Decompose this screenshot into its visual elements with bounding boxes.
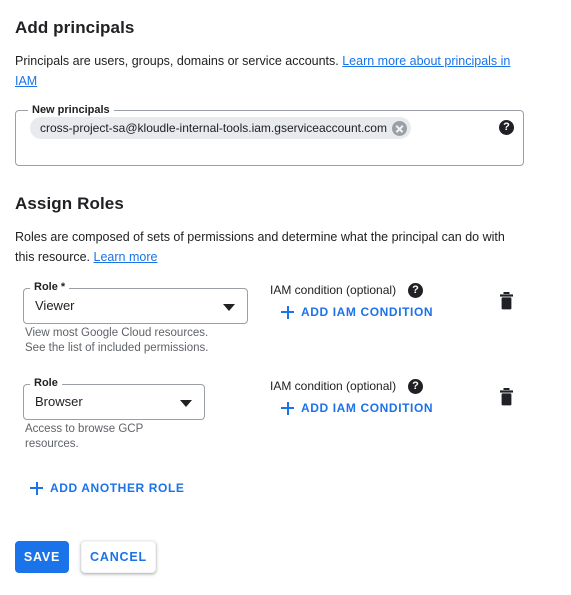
role-helper-1-line2: resources. (25, 438, 79, 450)
delete-role-button-1[interactable] (498, 388, 515, 407)
principal-chip-label: cross-project-sa@kloudle-internal-tools.… (40, 121, 387, 135)
role-helper-0-line1: View most Google Cloud resources. (25, 327, 209, 339)
chevron-down-icon (180, 400, 192, 407)
iam-condition-help-icon-1[interactable]: ? (408, 379, 423, 394)
role-helper-0-line2: See the list of included permissions. (25, 342, 209, 354)
close-circle-icon[interactable] (391, 120, 407, 136)
role-label-0: Role * (30, 281, 70, 293)
learn-more-link[interactable]: Learn more (94, 250, 158, 264)
add-principals-title: Add principals (15, 18, 135, 37)
role-select-value-1: Browser (35, 394, 83, 409)
role-helper-1-line1: Access to browse GCP (25, 423, 144, 435)
assign-roles-description: Roles are composed of sets of permission… (15, 227, 507, 267)
role-select-0[interactable]: Viewer (23, 288, 248, 324)
add-another-role-button[interactable]: ADD ANOTHER ROLE (30, 481, 185, 495)
principal-chip[interactable]: cross-project-sa@kloudle-internal-tools.… (30, 117, 411, 139)
plus-icon (281, 401, 294, 415)
role-label-1: Role (30, 377, 62, 389)
iam-condition-label-0: IAM condition (optional) (270, 283, 397, 297)
add-iam-condition-button-0[interactable]: ADD IAM CONDITION (281, 305, 433, 319)
role-select-1[interactable]: Browser (23, 384, 205, 420)
add-another-role-label: ADD ANOTHER ROLE (50, 481, 185, 495)
delete-role-button-0[interactable] (498, 292, 515, 311)
plus-icon (30, 481, 43, 495)
add-principals-panel: Add principals Principals are users, gro… (0, 0, 571, 595)
iam-condition-help-icon-0[interactable]: ? (408, 283, 423, 298)
assign-roles-description-text: Roles are composed of sets of permission… (15, 230, 505, 264)
add-principals-description-text: Principals are users, groups, domains or… (15, 54, 343, 68)
add-iam-condition-button-1[interactable]: ADD IAM CONDITION (281, 401, 433, 415)
role-select-value-0: Viewer (35, 298, 75, 313)
new-principals-help-icon[interactable]: ? (499, 120, 514, 135)
cancel-button[interactable]: CANCEL (81, 541, 156, 573)
iam-condition-label-1: IAM condition (optional) (270, 379, 397, 393)
assign-roles-title: Assign Roles (15, 194, 124, 213)
save-button[interactable]: SAVE (15, 541, 69, 573)
new-principals-label: New principals (28, 104, 114, 116)
add-iam-condition-label-0: ADD IAM CONDITION (301, 305, 434, 319)
add-iam-condition-label-1: ADD IAM CONDITION (301, 401, 434, 415)
add-principals-description: Principals are users, groups, domains or… (15, 51, 520, 91)
plus-icon (281, 305, 294, 319)
chevron-down-icon (223, 304, 235, 311)
